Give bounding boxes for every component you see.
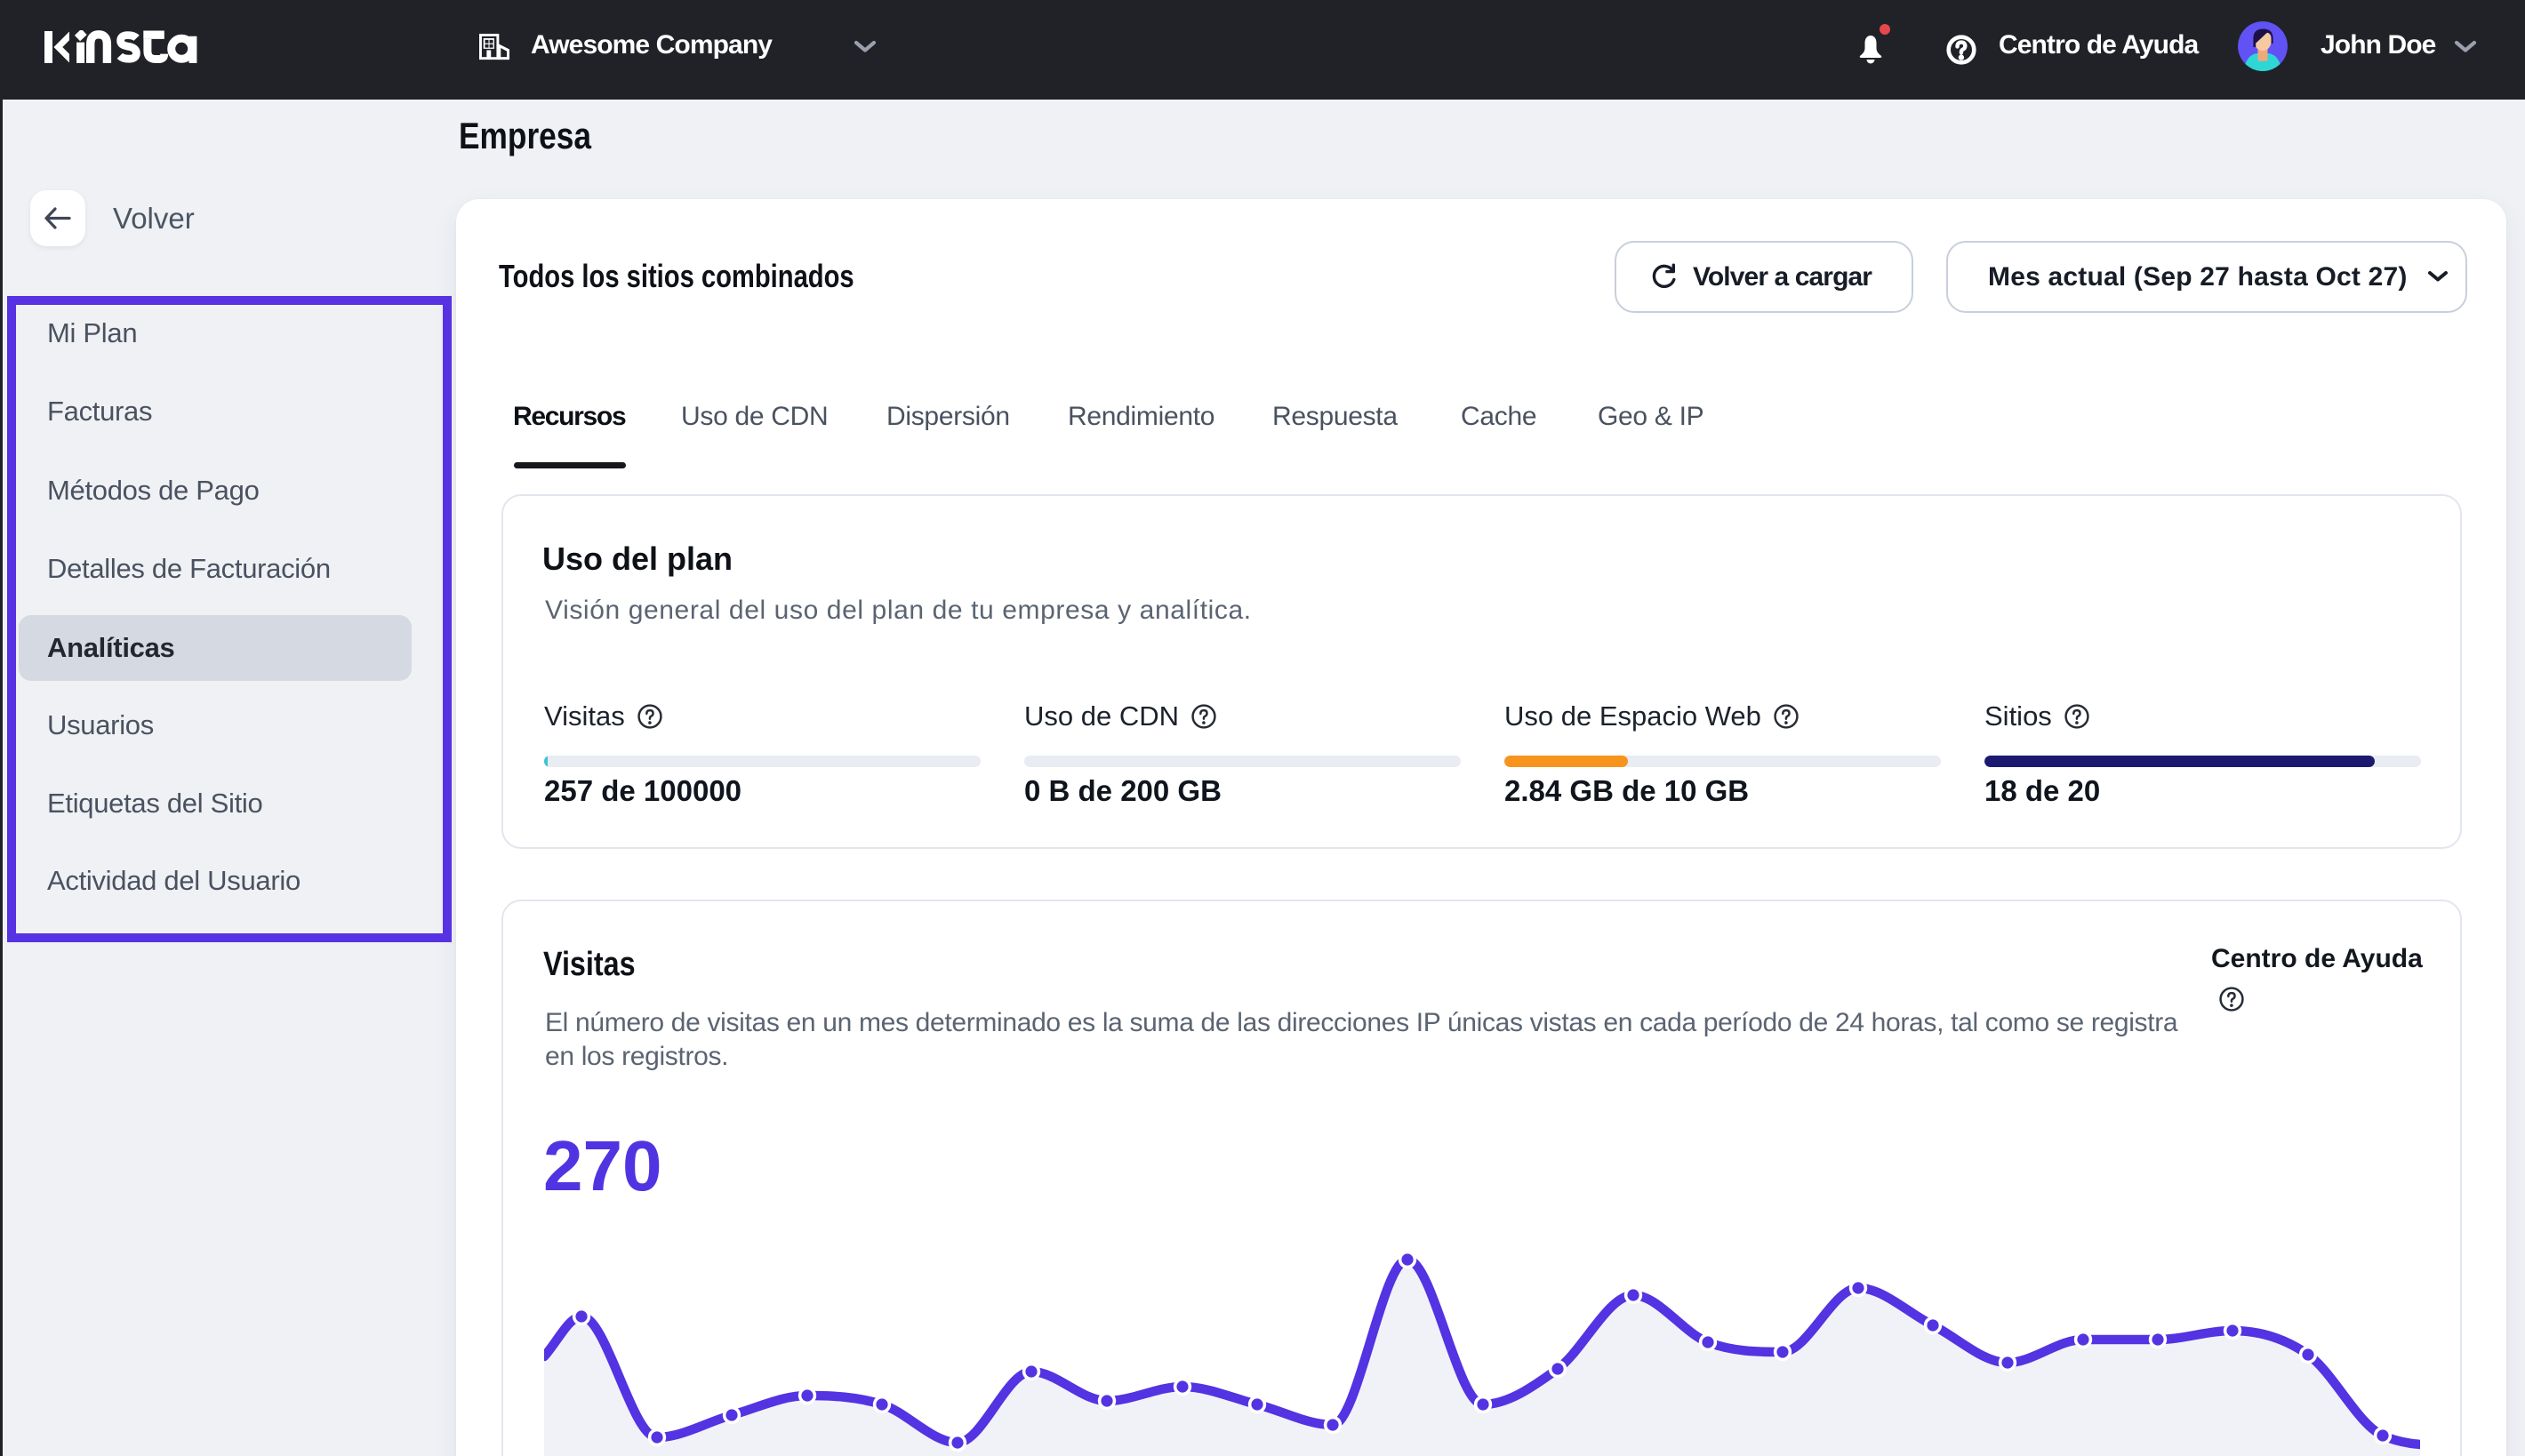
tab-7[interactable]: Geo & IP: [1598, 402, 1703, 432]
metric-help-circle-icon[interactable]: [637, 704, 662, 729]
sidebar-item-6[interactable]: Usuarios: [19, 692, 412, 758]
help-circle-icon: [1946, 35, 1976, 65]
visits-help-link[interactable]: Centro de Ayuda: [2211, 944, 2425, 974]
tab-2[interactable]: Uso de CDN: [681, 402, 828, 432]
metric-progress-track: [1504, 756, 1941, 767]
page-title: Empresa: [459, 116, 591, 156]
metric-value: 2.84 GB de 10 GB: [1504, 774, 1749, 808]
user-name: John Doe: [2321, 30, 2435, 60]
tab-3[interactable]: Dispersión: [886, 402, 1010, 432]
period-label: Mes actual (Sep 27 hasta Oct 27): [1988, 262, 2408, 292]
metric-progress-track: [544, 756, 981, 767]
back-button[interactable]: [30, 190, 85, 246]
sidebar-item-3[interactable]: Métodos de Pago: [19, 458, 412, 524]
user-chevron-down-icon: [2454, 40, 2477, 54]
visits-description-line1: El número de visitas en un mes determina…: [545, 1008, 2177, 1038]
plan-usage-subtitle: Visión general del uso del plan de tu em…: [545, 596, 1252, 626]
help-center-label: Centro de Ayuda: [1999, 30, 2198, 60]
visits-help-circle-icon[interactable]: [2219, 987, 2244, 1012]
kinsta-logo[interactable]: [44, 30, 197, 64]
back-label: Volver: [113, 202, 195, 236]
metric-progress-fill: [544, 756, 548, 767]
reload-label: Volver a cargar: [1693, 262, 1872, 292]
metric-progress-fill: [1984, 756, 2375, 767]
sidebar-item-4[interactable]: Detalles de Facturación: [19, 536, 412, 602]
period-chevron-down-icon: [2427, 270, 2449, 284]
visits-description-line2: en los registros.: [545, 1042, 728, 1072]
tab-1[interactable]: Recursos: [513, 402, 625, 432]
combined-sites-heading: Todos los sitios combinados: [499, 259, 854, 294]
metric-progress-track: [1024, 756, 1461, 767]
metric-label: Uso de CDN: [1024, 700, 1216, 732]
metric-value: 257 de 100000: [544, 774, 741, 808]
metric-help-circle-icon[interactable]: [1191, 704, 1216, 729]
building-icon: [478, 33, 510, 62]
tab-4[interactable]: Rendimiento: [1068, 402, 1214, 432]
metric-value: 0 B de 200 GB: [1024, 774, 1222, 808]
metric-value: 18 de 20: [1984, 774, 2100, 808]
sidebar-item-1[interactable]: Mi Plan: [19, 300, 412, 366]
sidebar-item-8[interactable]: Actividad del Usuario: [19, 848, 412, 914]
visits-card: [501, 900, 2462, 1456]
metric-label: Visitas: [544, 700, 662, 732]
notifications-button[interactable]: [1853, 27, 1897, 68]
visits-title: Visitas: [543, 947, 636, 984]
sidebar-item-2[interactable]: Facturas: [19, 379, 412, 444]
sidebar-item-5[interactable]: Analíticas: [19, 615, 412, 681]
period-dropdown[interactable]: Mes actual (Sep 27 hasta Oct 27): [1946, 241, 2467, 313]
plan-usage-title: Uso del plan: [542, 541, 733, 577]
tab-6[interactable]: Cache: [1461, 402, 1536, 432]
refresh-icon: [1648, 262, 1679, 292]
bell-icon: [1857, 34, 1884, 64]
arrow-left-icon: [43, 206, 73, 231]
topbar: Awesome Company Centro de Ayuda John Doe: [0, 0, 2525, 100]
notification-dot: [1880, 24, 1890, 35]
company-chevron-down-icon: [854, 40, 877, 54]
sidebar-item-7[interactable]: Etiquetas del Sitio: [19, 771, 412, 836]
metric-label: Uso de Espacio Web: [1504, 700, 1799, 732]
metric-help-circle-icon[interactable]: [1774, 704, 1799, 729]
tab-5[interactable]: Respuesta: [1272, 402, 1398, 432]
avatar: [2238, 21, 2288, 71]
metric-progress-track: [1984, 756, 2421, 767]
reload-button[interactable]: Volver a cargar: [1615, 241, 1913, 313]
visits-total: 270: [543, 1131, 661, 1202]
window-left-edge: [0, 100, 3, 1456]
metric-label: Sitios: [1984, 700, 2089, 732]
plan-usage-card: Uso del plan Visión general del uso del …: [501, 494, 2462, 849]
metric-help-circle-icon[interactable]: [2064, 704, 2089, 729]
company-name: Awesome Company: [531, 30, 772, 60]
metric-progress-fill: [1504, 756, 1628, 767]
